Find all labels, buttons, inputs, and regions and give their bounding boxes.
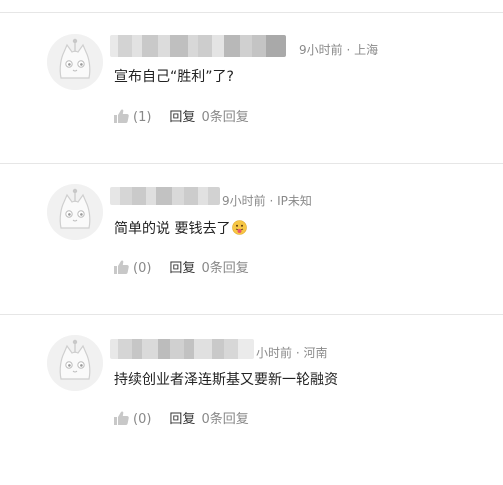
- comment-meta: 9小时前 · 上海: [299, 43, 379, 57]
- username-blurred[interactable]: [110, 35, 286, 57]
- reply-count[interactable]: 0条回复: [201, 412, 248, 427]
- reply-button[interactable]: 回复: [169, 412, 195, 427]
- top-divider: [0, 12, 503, 13]
- like-count[interactable]: (0): [133, 261, 151, 276]
- like-count[interactable]: (0): [133, 412, 151, 427]
- cat-avatar-icon[interactable]: [47, 184, 103, 240]
- username-blurred[interactable]: [110, 339, 254, 359]
- comment-text-body: 简单的说 要钱去了: [114, 221, 231, 237]
- comment-text: 宣布自己“胜利”了?: [114, 69, 234, 85]
- thumbs-up-icon[interactable]: [114, 411, 129, 425]
- comment-meta: 小时前 · 河南: [256, 346, 328, 360]
- comment-text: 持续创业者泽连斯基又要新一轮融资: [114, 372, 338, 388]
- cat-avatar-icon[interactable]: [47, 34, 103, 90]
- cat-avatar-icon[interactable]: [47, 335, 103, 391]
- reply-button[interactable]: 回复: [169, 110, 195, 125]
- username-blurred[interactable]: [110, 187, 220, 205]
- comment-actions: (0) 回复 0条回复: [114, 411, 249, 429]
- comment-item: 9小时前 · 上海 宣布自己“胜利”了? (1) 回复 0条回复: [0, 34, 503, 184]
- comment-item: 9小时前 · IP未知 简单的说 要钱去了 (0) 回复 0条回复: [0, 184, 503, 334]
- like-count[interactable]: (1): [133, 110, 151, 125]
- reply-count[interactable]: 0条回复: [201, 110, 248, 125]
- comment-actions: (1) 回复 0条回复: [114, 109, 249, 127]
- thumbs-up-icon[interactable]: [114, 260, 129, 274]
- tongue-out-face-emoji: [232, 220, 248, 235]
- comment-actions: (0) 回复 0条回复: [114, 260, 249, 278]
- comment-meta: 9小时前 · IP未知: [222, 194, 312, 208]
- thumbs-up-icon[interactable]: [114, 109, 129, 123]
- comment-item: 小时前 · 河南 持续创业者泽连斯基又要新一轮融资 (0) 回复 0条回复: [0, 335, 503, 485]
- reply-button[interactable]: 回复: [169, 261, 195, 276]
- comment-text: 简单的说 要钱去了: [114, 219, 248, 239]
- reply-count[interactable]: 0条回复: [201, 261, 248, 276]
